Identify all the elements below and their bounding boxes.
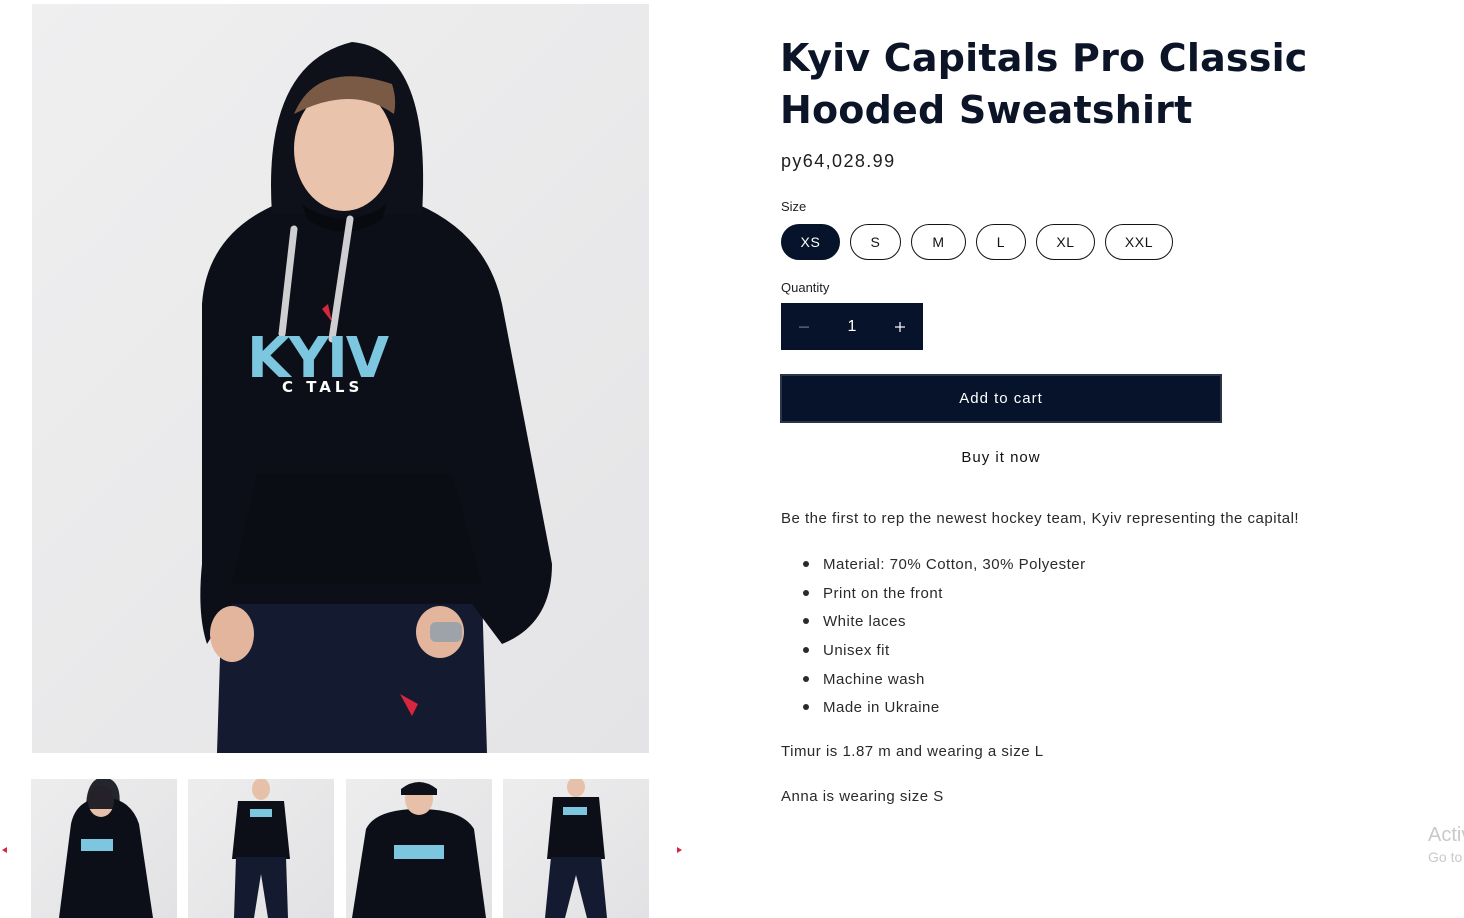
slider-prev-arrow-icon[interactable] bbox=[0, 845, 10, 855]
size-option-xs[interactable]: XS bbox=[781, 224, 840, 260]
feature-item: Unisex fit bbox=[803, 641, 1086, 670]
product-title: Kyiv Capitals Pro Classic Hooded Sweatsh… bbox=[780, 32, 1340, 136]
bullet-icon bbox=[803, 704, 809, 711]
bullet-icon bbox=[803, 675, 809, 682]
os-activation-watermark: Activ Go to bbox=[1428, 824, 1464, 865]
plus-icon bbox=[895, 321, 905, 332]
watermark-line-1: Activ bbox=[1428, 824, 1464, 846]
watermark-line-2: Go to bbox=[1428, 849, 1463, 865]
feature-item: White laces bbox=[803, 612, 1086, 641]
size-option-m[interactable]: M bbox=[911, 224, 966, 260]
thumbnail-1[interactable] bbox=[31, 779, 177, 918]
feature-item: Made in Ukraine bbox=[803, 698, 1086, 727]
slider-next-arrow-icon[interactable] bbox=[674, 845, 684, 855]
quantity-input[interactable]: 1 bbox=[826, 318, 878, 336]
buy-it-now-button[interactable]: Buy it now bbox=[780, 434, 1222, 480]
size-option-xxl[interactable]: XXL bbox=[1105, 224, 1173, 260]
product-title-line-2: Hooded Sweatshirt bbox=[780, 88, 1193, 132]
bullet-icon bbox=[803, 589, 809, 596]
add-to-cart-button[interactable]: Add to cart bbox=[780, 374, 1222, 423]
bullet-icon bbox=[803, 647, 809, 654]
minus-icon bbox=[799, 326, 809, 328]
size-option-l[interactable]: L bbox=[976, 224, 1026, 260]
product-title-line-1: Kyiv Capitals Pro Classic bbox=[780, 36, 1308, 80]
product-main-image[interactable]: KYIV C TALS bbox=[32, 4, 649, 753]
quantity-increase-button[interactable] bbox=[878, 304, 922, 349]
product-price: py64,028.99 bbox=[781, 151, 896, 171]
thumbnail-4[interactable] bbox=[503, 779, 649, 918]
bullet-icon bbox=[803, 561, 809, 567]
size-option-xl[interactable]: XL bbox=[1036, 224, 1095, 260]
model-size-note-1: Timur is 1.87 m and wearing a size L bbox=[781, 743, 1044, 760]
quantity-label: Quantity bbox=[781, 280, 830, 295]
thumbnail-slider bbox=[0, 779, 690, 918]
product-feature-list: Material: 70% Cotton, 30% Polyester Prin… bbox=[803, 555, 1086, 727]
size-label: Size bbox=[781, 199, 807, 214]
feature-item: Print on the front bbox=[803, 584, 1086, 613]
model-size-note-2: Anna is wearing size S bbox=[781, 788, 944, 805]
svg-text:C TALS: C TALS bbox=[282, 378, 363, 396]
quantity-stepper: 1 bbox=[781, 303, 923, 350]
product-description-intro: Be the first to rep the newest hockey te… bbox=[781, 510, 1300, 527]
feature-item: Machine wash bbox=[803, 670, 1086, 699]
quantity-decrease-button[interactable] bbox=[782, 304, 826, 349]
thumbnail-3[interactable] bbox=[346, 779, 492, 918]
feature-item: Material: 70% Cotton, 30% Polyester bbox=[803, 555, 1086, 584]
size-option-s[interactable]: S bbox=[850, 224, 901, 260]
model-hoodie-illustration: KYIV C TALS bbox=[200, 42, 553, 753]
bullet-icon bbox=[803, 618, 809, 625]
thumbnail-2[interactable] bbox=[188, 779, 334, 918]
